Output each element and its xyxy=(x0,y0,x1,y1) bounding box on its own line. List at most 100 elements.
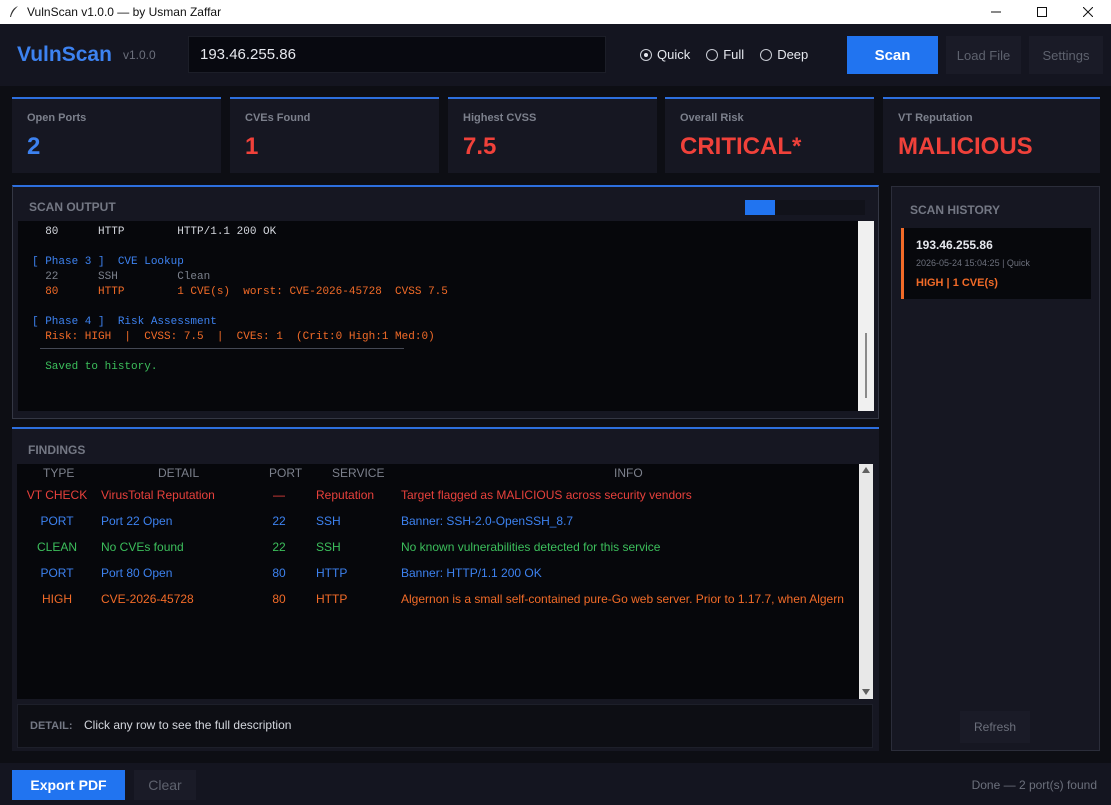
panel-title: SCAN OUTPUT xyxy=(29,200,116,214)
scroll-up-icon[interactable] xyxy=(862,467,870,473)
progress-fill xyxy=(745,200,775,215)
column-header-detail[interactable]: DETAIL xyxy=(158,466,199,480)
settings-button[interactable]: Settings xyxy=(1029,36,1103,74)
minimize-icon xyxy=(991,11,1001,13)
console-divider xyxy=(40,348,404,349)
maximize-icon xyxy=(1037,7,1047,17)
cell-port: 22 xyxy=(272,514,286,528)
cell-info: Target flagged as MALICIOUS across secur… xyxy=(401,488,692,502)
radio-icon xyxy=(706,48,719,61)
mode-label: Full xyxy=(723,47,745,62)
findings-panel: FINDINGS TYPE DETAIL PORT SERVICE INFO V… xyxy=(12,427,879,751)
console-line: Saved to history. xyxy=(32,361,158,373)
cell-detail: No CVEs found xyxy=(101,540,184,554)
cell-service: SSH xyxy=(316,540,341,554)
cell-port: 80 xyxy=(272,592,286,606)
cell-service: HTTP xyxy=(316,566,348,580)
mode-label: Deep xyxy=(777,47,809,62)
minimize-button[interactable] xyxy=(973,0,1019,24)
findings-scrollbar[interactable] xyxy=(859,464,873,699)
table-row[interactable]: HIGH CVE-2026-45728 80 HTTP Algernon is a sm… xyxy=(17,588,859,614)
table-row[interactable]: PORT Port 80 Open 80 HTTP Banner: HTTP/1.1 2… xyxy=(17,562,859,588)
console-scrollbar[interactable] xyxy=(858,221,874,411)
scroll-down-icon[interactable] xyxy=(862,689,870,695)
table-row[interactable]: CLEAN No CVEs found 22 SSH No known vulnerab… xyxy=(17,536,859,562)
detail-bar: DETAIL: Click any row to see the full de… xyxy=(17,704,873,748)
stat-value: 2 xyxy=(27,133,41,160)
stat-card-overall-risk: Overall Risk CRITICAL* xyxy=(665,97,874,173)
stat-card-highest-cvss: Highest CVSS 7.5 xyxy=(448,97,657,173)
refresh-button[interactable]: Refresh xyxy=(960,711,1030,743)
column-header-service[interactable]: SERVICE xyxy=(332,466,384,480)
history-meta: 2026-05-24 15:04:25 | Quick xyxy=(916,258,1030,268)
console-line: 80 HTTP 1 CVE(s) worst: CVE-2026-45728 C… xyxy=(32,286,448,298)
radio-icon xyxy=(760,48,773,61)
stat-card-vt-reputation: VT Reputation MALICIOUS xyxy=(883,97,1100,173)
cell-service: SSH xyxy=(316,514,341,528)
cell-port: 80 xyxy=(272,566,286,580)
cell-detail: CVE-2026-45728 xyxy=(101,592,194,606)
app-version: v1.0.0 xyxy=(123,48,156,62)
stat-value: MALICIOUS xyxy=(898,133,1033,160)
cell-info: Banner: HTTP/1.1 200 OK xyxy=(401,566,542,580)
history-summary: HIGH | 1 CVE(s) xyxy=(916,277,998,289)
detail-label: DETAIL: xyxy=(30,720,73,732)
mode-label: Quick xyxy=(657,47,691,62)
console-line: [ Phase 3 ] CVE Lookup xyxy=(32,256,184,268)
window-title: VulnScan v1.0.0 — by Usman Zaffar xyxy=(27,5,222,19)
cell-info: No known vulnerabilities detected for th… xyxy=(401,540,661,554)
load-file-button[interactable]: Load File xyxy=(946,36,1021,74)
panel-title: SCAN HISTORY xyxy=(910,203,1001,217)
history-ip: 193.46.255.86 xyxy=(916,238,993,252)
close-button[interactable] xyxy=(1065,0,1111,24)
column-header-info[interactable]: INFO xyxy=(614,466,643,480)
table-row[interactable]: VT CHECK VirusTotal Reputation — Reputation… xyxy=(17,484,859,510)
history-item[interactable]: 193.46.255.86 2026-05-24 15:04:25 | Quic… xyxy=(901,228,1091,299)
cell-type: VT CHECK xyxy=(26,488,88,502)
mode-deep-radio[interactable]: Deep xyxy=(760,47,808,62)
window-titlebar: VulnScan v1.0.0 — by Usman Zaffar xyxy=(0,0,1111,24)
console-line: 80 HTTP HTTP/1.1 200 OK xyxy=(32,226,277,238)
scan-button[interactable]: Scan xyxy=(847,36,938,74)
feather-icon xyxy=(10,6,18,17)
target-input[interactable] xyxy=(188,36,606,73)
cell-port: 22 xyxy=(272,540,286,554)
cell-detail: VirusTotal Reputation xyxy=(101,488,215,502)
stat-card-open-ports: Open Ports 2 xyxy=(12,97,221,173)
scan-mode-group: Quick Full Deep xyxy=(640,47,824,62)
scan-history-panel: SCAN HISTORY 193.46.255.86 2026-05-24 15… xyxy=(891,186,1100,751)
cell-type: PORT xyxy=(40,566,74,580)
stat-label: CVEs Found xyxy=(245,112,311,124)
console-line: Risk: HIGH | CVSS: 7.5 | CVEs: 1 (Crit:0… xyxy=(32,331,435,343)
column-header-type[interactable]: TYPE xyxy=(43,466,74,480)
findings-table: TYPE DETAIL PORT SERVICE INFO VT CHECK Vi… xyxy=(17,464,859,699)
scan-output-console[interactable]: 80 HTTP HTTP/1.1 200 OK [ Phase 3 ] CVE L… xyxy=(18,221,858,411)
scan-output-panel: SCAN OUTPUT 80 HTTP HTTP/1.1 200 OK [ Pha… xyxy=(12,185,879,419)
cell-detail: Port 80 Open xyxy=(101,566,173,580)
stat-card-cves-found: CVEs Found 1 xyxy=(230,97,439,173)
stat-label: Overall Risk xyxy=(680,112,744,124)
stat-label: Highest CVSS xyxy=(463,112,537,124)
cell-info: Algernon is a small self-contained pure-… xyxy=(401,592,844,606)
cell-type: PORT xyxy=(40,514,74,528)
stat-label: Open Ports xyxy=(27,112,87,124)
mode-full-radio[interactable]: Full xyxy=(706,47,744,62)
panel-title: FINDINGS xyxy=(28,443,86,457)
stat-value: CRITICAL* xyxy=(680,133,802,160)
maximize-button[interactable] xyxy=(1019,0,1065,24)
scrollbar-thumb[interactable] xyxy=(865,333,867,398)
table-row[interactable]: PORT Port 22 Open 22 SSH Banner: SSH-2.0-Ope… xyxy=(17,510,859,536)
mode-quick-radio[interactable]: Quick xyxy=(640,47,690,62)
console-line: [ Phase 4 ] Risk Assessment xyxy=(32,316,217,328)
close-icon xyxy=(1083,7,1093,17)
footer: Export PDF Clear Done — 2 port(s) found xyxy=(0,763,1111,805)
stat-label: VT Reputation xyxy=(898,112,973,124)
column-header-port[interactable]: PORT xyxy=(269,466,302,480)
detail-text: Click any row to see the full descriptio… xyxy=(84,718,292,732)
status-text: Done — 2 port(s) found xyxy=(971,778,1097,792)
export-pdf-button[interactable]: Export PDF xyxy=(12,770,125,800)
console-line: 22 SSH Clean xyxy=(32,271,211,283)
clear-button[interactable]: Clear xyxy=(134,770,196,800)
